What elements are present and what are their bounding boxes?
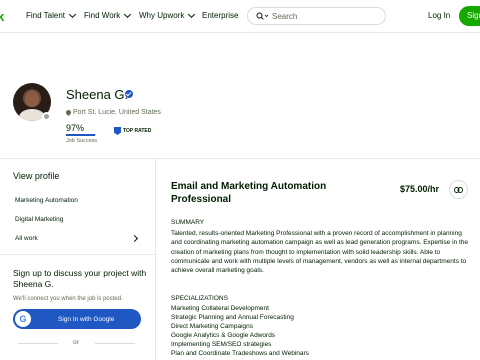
sidebar-item-all-work[interactable]: All work [15,235,38,242]
nav-enterprise[interactable]: Enterprise [202,11,238,20]
chevron-down-icon [68,10,77,18]
nav-enterprise-label: Enterprise [202,11,239,20]
specialization-item: Strategic Planning and Annual Forecastin… [171,314,294,321]
specializations-heading: SPECIALIZATIONS [171,295,228,302]
view-profile-heading: View profile [13,171,60,181]
nav-find-talent[interactable]: Find Talent [26,10,77,20]
sidebar-item-marketing-automation[interactable]: Marketing Automation [15,197,78,204]
column-divider [155,158,156,360]
search-placeholder: Search [272,11,298,21]
chevron-down-icon [124,10,132,18]
header-divider [0,158,480,159]
profile-title: Email and Marketing Automation Professio… [171,181,327,205]
profile-location: Port St. Lucie, United States [64,108,161,117]
avatar-face [25,91,39,107]
specialization-item: Plan and Coordinate Tradeshows and Webin… [171,350,309,357]
google-signin-button[interactable]: G Sign In with Google [13,309,141,329]
top-nav: k Find Talent Find Work Why Upwork Enter… [0,0,480,33]
chevron-down-icon [188,10,196,18]
job-success-bar [66,134,96,136]
or-text: or [73,339,79,346]
google-signin-label: Sign In with Google [58,315,115,323]
summary-heading: SUMMARY [171,219,205,226]
upwork-logo[interactable]: k [0,9,4,24]
signup-button[interactable]: Sign [459,6,480,26]
link-icon [454,186,463,193]
specialization-item: Direct Marketing Campaigns [171,323,254,330]
login-link[interactable]: Log In [428,11,450,20]
specialization-item: Implementing SEM/SEO strategies [171,341,272,348]
or-divider-left [18,343,58,344]
copy-link-button[interactable] [449,180,468,199]
nav-why-upwork[interactable]: Why Upwork [139,10,196,20]
location-text: Port St. Lucie, United States [73,109,161,116]
nav-why-upwork-label: Why Upwork [139,11,185,20]
search-input[interactable]: Search [247,7,386,25]
google-icon: G [15,311,31,327]
profile-name: Sheena G. [66,87,129,102]
specialization-item: Google Analytics & Google Adwords [171,332,276,339]
sidebar-divider [0,254,155,255]
job-success-label: Job Success [66,138,98,144]
job-success-fill [66,134,96,136]
hourly-rate: $75.00/hr [400,184,440,194]
nav-find-work[interactable]: Find Work [84,10,132,20]
top-rated-badge-icon [114,127,121,135]
offline-status-dot [42,112,51,121]
signup-title: Sign up to discuss your project with She… [13,268,147,289]
search-icon [256,12,269,20]
signup-subtitle: We'll connect you when the job is posted… [13,296,123,302]
nav-find-talent-label: Find Talent [26,11,65,20]
job-success-percent: 97% [66,123,85,133]
nav-find-work-label: Find Work [84,11,121,20]
verified-icon [125,90,133,98]
top-rated-label: TOP RATED [123,128,152,134]
summary-body: Talented, results-oriented Marketing Pro… [171,230,469,275]
specialization-item: Marketing Collateral Development [171,305,269,312]
location-pin-icon [64,108,73,117]
chevron-right-icon[interactable] [130,234,139,243]
sidebar-item-digital-marketing[interactable]: Digital Marketing [15,216,63,223]
or-divider-right [95,343,135,344]
